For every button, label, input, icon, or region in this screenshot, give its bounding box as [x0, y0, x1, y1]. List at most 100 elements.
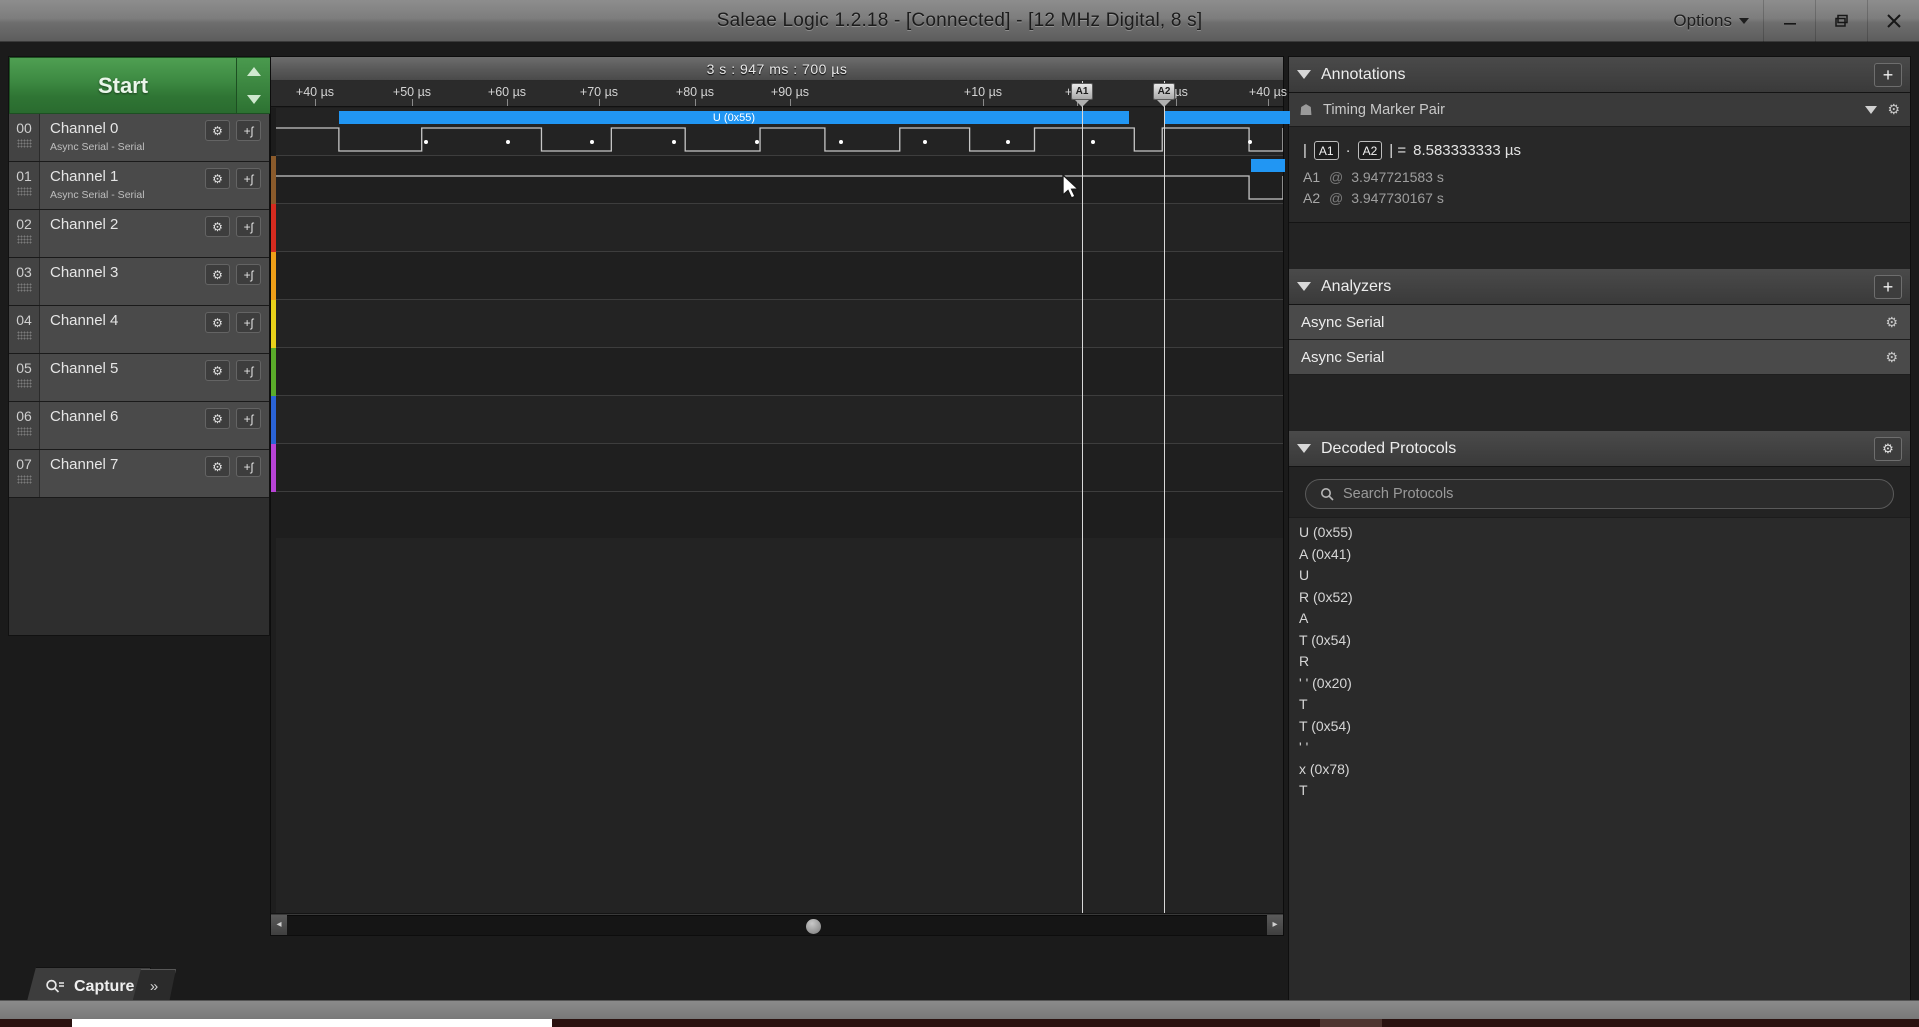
waveform-row-channel-7[interactable] — [276, 444, 1283, 492]
channel-add-trigger-button[interactable]: +ʃ — [236, 216, 261, 237]
waveform-row-channel-2[interactable] — [276, 204, 1283, 252]
channel-row-4[interactable]: 04 Channel 4 ⚙ +ʃ — [9, 306, 269, 354]
waveform-row-channel-1[interactable] — [276, 156, 1285, 204]
add-annotation-button[interactable]: + — [1874, 62, 1902, 87]
timeline-ruler[interactable]: +40 µs +50 µs +60 µs +70 µs +80 µs +90 µs +10 … — [271, 81, 1287, 107]
decoded-protocol-row[interactable]: A (0x41) — [1299, 544, 1910, 566]
decoded-protocol-row[interactable]: R — [1299, 651, 1910, 673]
annotation-item-timing-marker-pair[interactable]: ☗ Timing Marker Pair ⚙ — [1289, 93, 1910, 127]
decoded-protocol-row[interactable]: A — [1299, 608, 1910, 630]
scrollbar-track[interactable] — [287, 914, 1267, 935]
stepper-up-button[interactable] — [237, 58, 270, 86]
restore-button[interactable] — [1815, 0, 1867, 42]
search-protocols-input[interactable]: Search Protocols — [1305, 479, 1894, 509]
decoded-protocol-row[interactable]: ' ' — [1299, 737, 1910, 759]
waveform-row-channel-5[interactable] — [276, 348, 1283, 396]
annotation-item-label: Timing Marker Pair — [1323, 101, 1445, 118]
drag-handle-icon[interactable] — [16, 187, 32, 196]
channel-row-1[interactable]: 01 Channel 1 Async Serial - Serial ⚙ +ʃ — [9, 162, 269, 210]
decoded-protocol-row[interactable]: U (0x55) — [1299, 522, 1910, 544]
channel-row-5[interactable]: 05 Channel 5 ⚙ +ʃ — [9, 354, 269, 402]
chevron-down-icon[interactable] — [1297, 444, 1311, 453]
channel-add-trigger-button[interactable]: +ʃ — [236, 120, 261, 141]
channel-add-trigger-button[interactable]: +ʃ — [236, 312, 261, 333]
decoded-protocol-row[interactable]: ' ' (0x20) — [1299, 673, 1910, 695]
start-capture-button[interactable]: Start — [9, 57, 237, 114]
waveform-horizontal-scrollbar[interactable]: ◂ ▸ — [271, 913, 1283, 935]
drag-handle-icon[interactable] — [16, 331, 32, 340]
waveform-row-channel-3[interactable] — [276, 252, 1283, 300]
channel-actions: ⚙ +ʃ — [205, 210, 269, 257]
gear-icon[interactable]: ⚙ — [1885, 314, 1898, 331]
drag-handle-icon[interactable] — [16, 379, 32, 388]
decoded-protocol-row[interactable]: T (0x54) — [1299, 630, 1910, 652]
waveform-row-channel-6[interactable] — [276, 396, 1283, 444]
drag-handle-icon[interactable] — [16, 139, 32, 148]
chevron-down-icon[interactable] — [1297, 282, 1311, 291]
decoded-protocol-row[interactable]: T (0x54) — [1299, 716, 1910, 738]
ruler-tick-label-5: +90 µs — [770, 85, 810, 99]
decoded-protocol-row[interactable]: T — [1299, 694, 1910, 716]
channel-add-trigger-button[interactable]: +ʃ — [236, 408, 261, 429]
annotations-header[interactable]: Annotations + — [1289, 57, 1910, 93]
channel-add-trigger-button[interactable]: +ʃ — [236, 456, 261, 477]
channel-settings-button[interactable]: ⚙ — [205, 216, 230, 237]
decoded-protocol-row[interactable]: R (0x52) — [1299, 587, 1910, 609]
channel-row-6[interactable]: 06 Channel 6 ⚙ +ʃ — [9, 402, 269, 450]
add-analyzer-button[interactable]: + — [1874, 274, 1902, 299]
analyzer-item-1[interactable]: Async Serial ⚙ — [1289, 340, 1910, 375]
decoded-protocols-list[interactable]: U (0x55) A (0x41) U R (0x52) A T (0x54) R ' ' (… — [1289, 517, 1910, 1015]
channel-row-3[interactable]: 03 Channel 3 ⚙ +ʃ — [9, 258, 269, 306]
channel-add-trigger-button[interactable]: +ʃ — [236, 264, 261, 285]
scrollbar-thumb[interactable] — [806, 918, 822, 934]
channel-settings-button[interactable]: ⚙ — [205, 312, 230, 333]
channel-settings-button[interactable]: ⚙ — [205, 120, 230, 141]
options-label: Options — [1673, 11, 1732, 30]
decoded-protocol-row[interactable]: x (0x78) — [1299, 759, 1910, 781]
drag-handle-icon[interactable] — [16, 283, 32, 292]
drag-handle-icon[interactable] — [16, 475, 32, 484]
close-button[interactable] — [1867, 0, 1919, 42]
timing-marker-flag-A2[interactable]: A2 — [1153, 83, 1175, 107]
minimize-button[interactable] — [1763, 0, 1815, 42]
channel-row-2[interactable]: 02 Channel 2 ⚙ +ʃ — [9, 210, 269, 258]
decoded-annotation-bar-0[interactable]: U (0x55) — [339, 111, 1129, 124]
channel-actions: ⚙ +ʃ — [205, 306, 269, 353]
decoded-annotation-bar-ch1[interactable] — [1251, 159, 1285, 172]
arrow-left-icon[interactable]: ◂ — [271, 914, 287, 935]
channel-settings-button[interactable]: ⚙ — [205, 168, 230, 189]
decoded-protocol-row[interactable]: T — [1299, 780, 1910, 802]
channel-row-0[interactable]: 00 Channel 0 Async Serial - Serial ⚙ +ʃ — [9, 114, 269, 162]
gear-icon[interactable]: ⚙ — [1887, 101, 1900, 118]
channel-row-7[interactable]: 07 Channel 7 ⚙ +ʃ — [9, 450, 269, 498]
stepper-down-button[interactable] — [237, 86, 270, 114]
decoded-protocol-row[interactable]: U — [1299, 565, 1910, 587]
drag-handle-icon[interactable] — [16, 235, 32, 244]
channel-add-trigger-button[interactable]: +ʃ — [236, 168, 261, 189]
channel-settings-button[interactable]: ⚙ — [205, 264, 230, 285]
channel-number: 01 — [16, 168, 32, 184]
channel-settings-button[interactable]: ⚙ — [205, 456, 230, 477]
channel-add-trigger-button[interactable]: +ʃ — [236, 360, 261, 381]
channel-settings-button[interactable]: ⚙ — [205, 408, 230, 429]
channel-color-5 — [271, 348, 276, 396]
decoded-protocols-header[interactable]: Decoded Protocols ⚙ — [1289, 431, 1910, 467]
options-menu-button[interactable]: Options — [1659, 0, 1763, 42]
marker-time-value: 3.947721583 s — [1351, 169, 1444, 185]
arrow-right-icon[interactable]: ▸ — [1267, 914, 1283, 935]
analyzer-item-0[interactable]: Async Serial ⚙ — [1289, 305, 1910, 340]
timing-marker-flag-A1[interactable]: A1 — [1071, 83, 1093, 107]
gear-icon[interactable]: ⚙ — [1885, 349, 1898, 366]
chevron-down-icon[interactable] — [1297, 70, 1311, 79]
analyzers-header[interactable]: Analyzers + — [1289, 269, 1910, 305]
decoded-protocols-settings-button[interactable]: ⚙ — [1874, 436, 1902, 461]
waveform-row-channel-4[interactable] — [276, 300, 1283, 348]
channel-settings-button[interactable]: ⚙ — [205, 360, 230, 381]
waveform-row-channel-0[interactable]: U (0x55) — [276, 108, 1290, 156]
channel-number-cell: 02 — [9, 210, 40, 257]
timing-marker-line-A2 — [1164, 81, 1165, 913]
drag-handle-icon[interactable] — [16, 427, 32, 436]
annotations-title: Annotations — [1321, 65, 1406, 83]
decoded-annotation-bar-1[interactable] — [1164, 111, 1290, 124]
chevron-down-icon[interactable] — [1865, 105, 1878, 114]
